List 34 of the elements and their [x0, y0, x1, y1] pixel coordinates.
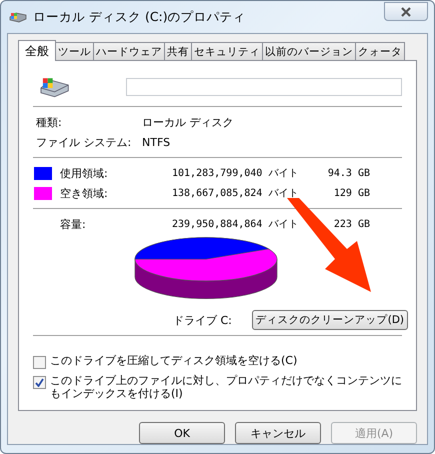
cleanup-button[interactable]: ディスクのクリーンアップ(D) [252, 310, 408, 330]
stat-size: 129 GB [332, 188, 370, 198]
drive-icon [9, 11, 27, 23]
checkbox[interactable] [33, 356, 46, 369]
tab[interactable]: ハードウェア [93, 42, 165, 60]
drive-label: ドライブ C: [173, 312, 232, 328]
info-value: NTFS [142, 136, 170, 148]
stat-bytes: 101,283,799,040 バイト [172, 167, 300, 180]
name-field[interactable] [126, 78, 402, 96]
info-label: ファイル システム: [35, 134, 132, 150]
stat-label: 空き領域: [60, 186, 109, 200]
stat-label: 使用領域: [60, 166, 109, 180]
stat-label: 容量: [60, 216, 87, 232]
tab[interactable]: 全般 [18, 40, 56, 61]
stat-size: 94.3 GB [326, 168, 370, 178]
tab[interactable]: ツール [55, 42, 94, 60]
stat-bytes: 239,950,884,864 バイト [172, 218, 300, 231]
tab[interactable]: セキュリティ [191, 42, 263, 60]
window-title: ローカル ディスク (C:)のプロパティ [33, 8, 246, 26]
checkbox-label: このドライブを圧縮してディスク領域を空ける(C) [50, 355, 298, 368]
dialog-button[interactable]: キャンセル [235, 422, 321, 444]
dialog-button[interactable]: OK [139, 422, 225, 444]
info-label: 種類: [35, 114, 63, 130]
stat-size: 223 GB [332, 218, 370, 230]
tab[interactable]: 共有 [164, 42, 192, 60]
info-value: ローカル ディスク [142, 114, 234, 130]
checkbox-label: このドライブ上のファイルに対し、プロパティだけでなくコンテンツにもインデックスを付ける(I) [50, 375, 402, 400]
checkbox[interactable] [33, 376, 46, 389]
tab[interactable]: クォータ [355, 42, 405, 60]
close-button[interactable] [384, 2, 428, 21]
drive-icon [39, 76, 70, 98]
close-icon [399, 6, 413, 16]
stat-bytes: 138,667,085,824 バイト [172, 187, 300, 200]
tab[interactable]: 以前のバージョン [262, 42, 356, 60]
